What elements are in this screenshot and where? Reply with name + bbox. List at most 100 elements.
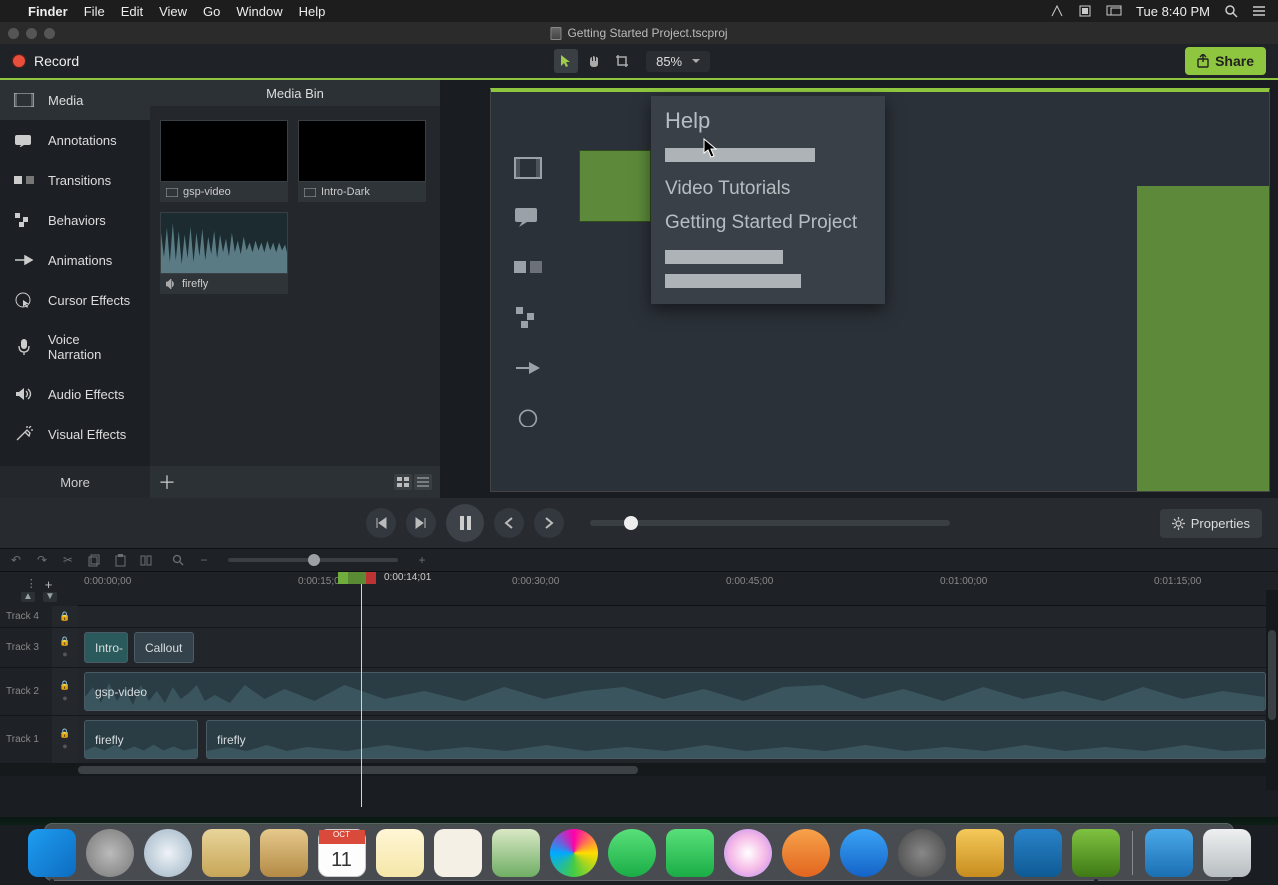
media-item[interactable]: gsp-video [160,120,288,202]
timeline-clip[interactable]: firefly [84,720,198,759]
playback-scrubber[interactable] [590,520,950,526]
add-track-button[interactable]: + [45,577,53,592]
collapse-tracks-up[interactable]: ▲ [21,592,35,602]
list-view-button[interactable] [414,474,432,490]
play-pause-button[interactable] [446,504,484,542]
undo-button[interactable]: ↶ [8,552,24,568]
sidebar-more-button[interactable]: More [0,466,150,498]
timeline-search-icon[interactable] [170,552,186,568]
dock-system-preferences-icon[interactable] [898,829,946,877]
track-options-icon[interactable]: ⋮ [26,577,37,592]
redo-button[interactable]: ↷ [34,552,50,568]
track-lane[interactable]: gsp-video [78,668,1278,715]
media-item[interactable]: Intro-Dark [298,120,426,202]
dock-trash-icon[interactable] [1203,829,1251,877]
zoom-level-select[interactable]: 85% [646,51,710,72]
notification-center-icon[interactable] [1252,5,1266,17]
zoom-in-button[interactable]: + [414,552,430,568]
dock-app-icon[interactable] [956,829,1004,877]
sidebar-item-visual-effects[interactable]: Visual Effects [0,414,150,454]
dock-facetime-icon[interactable] [666,829,714,877]
dock-appstore-icon[interactable] [840,829,888,877]
menubar-item-edit[interactable]: Edit [121,4,143,19]
record-button[interactable]: Record [12,53,79,69]
track-lane[interactable] [78,606,1278,627]
share-button[interactable]: Share [1185,47,1266,75]
timeline-horizontal-scrollbar[interactable] [0,764,1278,776]
dock-downloads-icon[interactable] [1145,829,1193,877]
dock-calendar-icon[interactable]: OCT11 [318,829,366,877]
add-media-button[interactable]: ＋ [158,469,176,495]
menubar-item-view[interactable]: View [159,4,187,19]
canvas-area[interactable]: Help Video Tutorials Getting Started Pro… [440,80,1278,498]
playhead-handle[interactable]: 0:00:14;01 [338,572,431,584]
dock-photos-icon[interactable] [550,829,598,877]
menubar-item-go[interactable]: Go [203,4,220,19]
menubar-status-icon[interactable] [1050,4,1064,18]
select-tool[interactable] [554,49,578,73]
timeline-clip[interactable]: firefly [206,720,1266,759]
collapse-tracks-down[interactable]: ▼ [43,592,57,602]
sidebar-item-cursor-effects[interactable]: Cursor Effects [0,280,150,320]
next-marker-button[interactable] [534,508,564,538]
timeline-zoom-slider[interactable] [228,558,398,562]
window-minimize-button[interactable] [26,28,37,39]
track-label[interactable]: Track 3 [0,628,52,667]
previous-frame-button[interactable] [366,508,396,538]
sidebar-item-audio-effects[interactable]: Audio Effects [0,374,150,414]
dock-ibooks-icon[interactable] [782,829,830,877]
dock-contacts-icon[interactable] [260,829,308,877]
track-label[interactable]: Track 1 [0,716,52,763]
track-lock-toggle[interactable]: 🔒 [52,606,78,627]
cut-button[interactable]: ✂ [60,552,76,568]
window-zoom-button[interactable] [44,28,55,39]
track-lock-toggle[interactable]: 🔒● [52,668,78,715]
sidebar-item-animations[interactable]: Animations [0,240,150,280]
timeline-clip[interactable]: Callout [134,632,194,663]
dock-launchpad-icon[interactable] [86,829,134,877]
split-button[interactable] [138,552,154,568]
dock-reminders-icon[interactable] [434,829,482,877]
dock-app-icon[interactable] [1014,829,1062,877]
dock-camtasia-icon[interactable] [1072,829,1120,877]
menubar-display-icon[interactable] [1106,5,1122,17]
properties-button[interactable]: Properties [1160,509,1262,538]
timeline-vertical-scrollbar[interactable] [1266,590,1278,790]
dock-notes-icon[interactable] [376,829,424,877]
track-lane[interactable]: firefly firefly [78,716,1278,763]
sidebar-item-behaviors[interactable]: Behaviors [0,200,150,240]
dock-finder-icon[interactable] [28,829,76,877]
track-label[interactable]: Track 4 [0,606,52,627]
previous-marker-button[interactable] [494,508,524,538]
timeline-ruler[interactable]: 0:00:14;01 0:00:00;00 0:00:15;00 0:00:30… [78,572,1278,606]
sidebar-item-media[interactable]: Media [0,80,150,120]
window-traffic-lights[interactable] [8,28,55,39]
track-lock-toggle[interactable]: 🔒● [52,716,78,763]
zoom-out-button[interactable]: − [196,552,212,568]
dock-safari-icon[interactable] [144,829,192,877]
grid-view-button[interactable] [394,474,412,490]
copy-button[interactable] [86,552,102,568]
dock-maps-icon[interactable] [492,829,540,877]
media-item[interactable]: firefly [160,212,288,294]
spotlight-icon[interactable] [1224,4,1238,18]
track-label[interactable]: Track 2 [0,668,52,715]
menubar-clock[interactable]: Tue 8:40 PM [1136,4,1210,19]
menubar-item-file[interactable]: File [84,4,105,19]
track-lane[interactable]: Intro- Callout [78,628,1278,667]
crop-tool[interactable] [610,49,634,73]
sidebar-item-transitions[interactable]: Transitions [0,160,150,200]
menubar-item-help[interactable]: Help [299,4,326,19]
dock-messages-icon[interactable] [608,829,656,877]
menubar-app-icon[interactable] [1078,4,1092,18]
sidebar-item-annotations[interactable]: Annotations [0,120,150,160]
menubar-app-name[interactable]: Finder [28,4,68,19]
menubar-item-window[interactable]: Window [236,4,282,19]
dock-mail-icon[interactable] [202,829,250,877]
sidebar-item-voice-narration[interactable]: Voice Narration [0,320,150,374]
timeline-clip[interactable]: Intro- [84,632,128,663]
pan-tool[interactable] [582,49,606,73]
paste-button[interactable] [112,552,128,568]
track-lock-toggle[interactable]: 🔒● [52,628,78,667]
window-close-button[interactable] [8,28,19,39]
